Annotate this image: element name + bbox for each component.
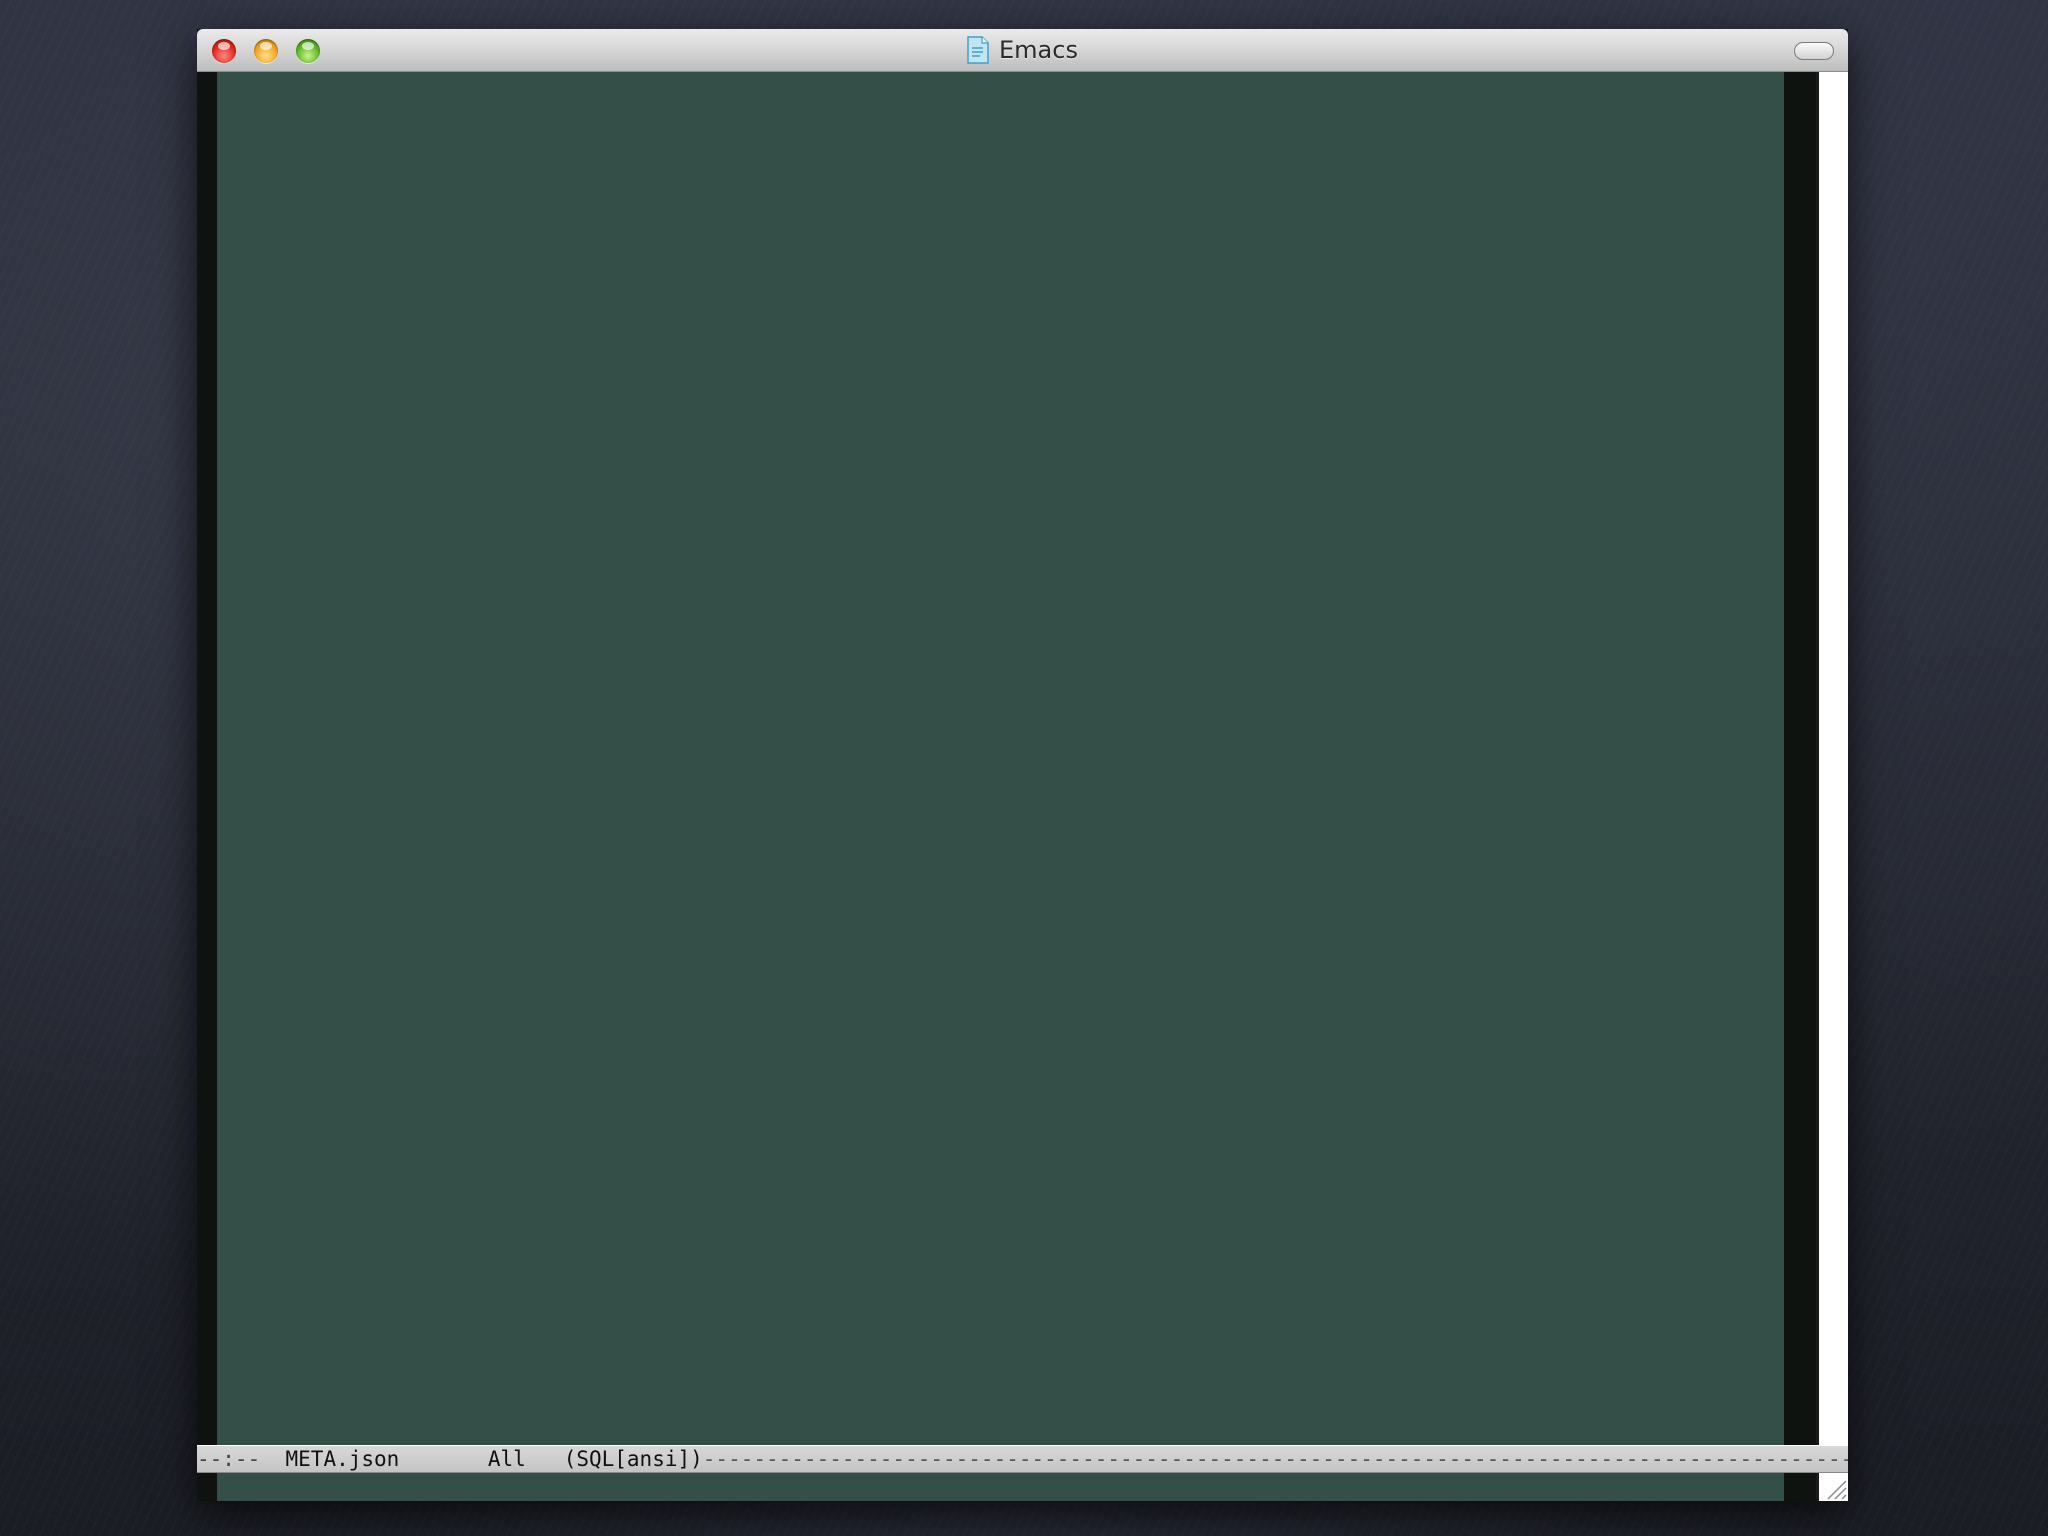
modeline-major-mode[interactable]: (SQL[ansi]) bbox=[564, 1447, 703, 1471]
modeline-fill: ----------------------------------------… bbox=[702, 1447, 1848, 1471]
emacs-window: Emacs --:-- META.json All (SQL[ansi])---… bbox=[197, 29, 1848, 1501]
editor-buffer-area[interactable] bbox=[217, 72, 1784, 1501]
document-icon bbox=[967, 36, 989, 64]
left-fringe bbox=[197, 72, 217, 1501]
mode-line: --:-- META.json All (SQL[ansi])---------… bbox=[197, 1445, 1848, 1473]
window-titlebar[interactable]: Emacs bbox=[197, 29, 1848, 72]
resize-grip-icon[interactable] bbox=[1818, 1471, 1848, 1501]
modeline-buffer-name[interactable]: META.json bbox=[286, 1447, 400, 1471]
window-title: Emacs bbox=[999, 36, 1078, 64]
vertical-scrollbar[interactable] bbox=[1816, 72, 1848, 1501]
window-title-group: Emacs bbox=[197, 29, 1848, 71]
modeline-status: --:-- bbox=[197, 1447, 261, 1471]
right-fringe bbox=[1784, 72, 1816, 1501]
toolbar-toggle-button[interactable] bbox=[1794, 42, 1834, 60]
modeline-position: All bbox=[487, 1447, 526, 1471]
